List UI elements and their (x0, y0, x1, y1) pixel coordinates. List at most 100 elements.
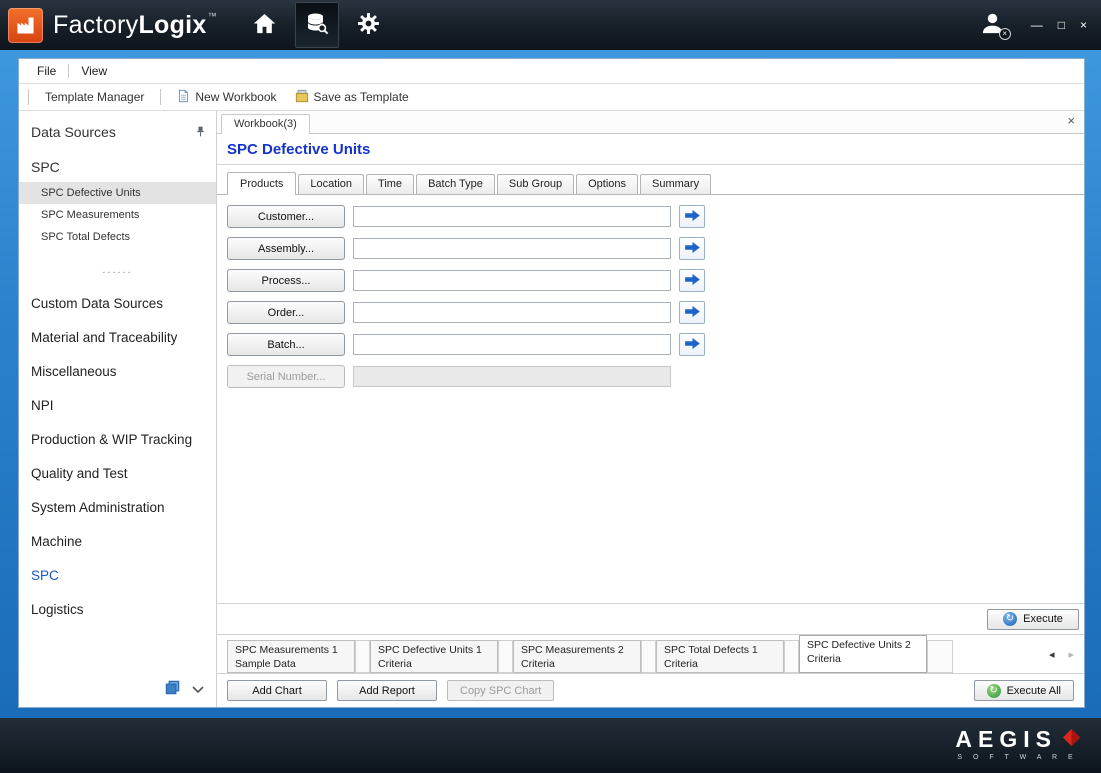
sidebar-category-material-and-traceability[interactable]: Material and Traceability (19, 320, 216, 354)
menu-separator (68, 64, 69, 78)
criteria-tab-strip: Products Location Time Batch Type Sub Gr… (217, 165, 1084, 195)
save-as-template-label: Save as Template (314, 90, 409, 104)
assembly-input[interactable] (353, 238, 671, 259)
sidebar-category-system-administration[interactable]: System Administration (19, 490, 216, 524)
arrow-right-icon (685, 209, 700, 224)
toolbar: Template Manager New Workbook (19, 84, 1084, 111)
menu-view[interactable]: View (73, 62, 115, 80)
tab-scroll-right-icon[interactable]: ▸ (1068, 648, 1074, 661)
bottom-tab-line1: SPC Defective Units 1 (378, 644, 490, 658)
save-as-template-button[interactable]: Save as Template (290, 87, 414, 108)
add-chart-button[interactable]: Add Chart (227, 680, 327, 701)
sidebar-category-logistics[interactable]: Logistics (19, 592, 216, 626)
new-workbook-icon (177, 89, 190, 106)
copy-spc-chart-button[interactable]: Copy SPC Chart (447, 680, 554, 701)
tab-scroll-left-icon[interactable]: ◂ (1049, 648, 1055, 661)
bottom-tab-line2: Criteria (664, 658, 776, 672)
assembly-apply-button[interactable] (679, 237, 705, 260)
workbook-close-icon[interactable]: × (1067, 113, 1075, 128)
sidebar-item-spc-measurements[interactable]: SPC Measurements (19, 204, 216, 226)
aegis-brand-text: AEGIS (955, 726, 1057, 753)
sidebar-category-production-wip-tracking[interactable]: Production & WIP Tracking (19, 422, 216, 456)
bottom-tab-spc-defective-units-1[interactable]: SPC Defective Units 1 Criteria (370, 640, 498, 673)
customer-input[interactable] (353, 206, 671, 227)
arrow-right-icon (685, 337, 700, 352)
stacked-windows-icon (165, 680, 180, 698)
tab-products[interactable]: Products (227, 172, 296, 195)
bottom-tab-spc-total-defects-1[interactable]: SPC Total Defects 1 Criteria (656, 640, 784, 673)
sidebar-splitter[interactable]: ...... (19, 248, 216, 286)
execute-button[interactable]: ↻ Execute (987, 609, 1079, 630)
pin-panel-button[interactable] (195, 125, 206, 140)
sidebar-item-spc-defective-units[interactable]: SPC Defective Units (19, 182, 216, 204)
user-button[interactable]: × (977, 9, 1009, 41)
add-report-button[interactable]: Add Report (337, 680, 437, 701)
aegis-mark-icon (1062, 728, 1081, 752)
aegis-logo: AEGIS S O F T W A R E (955, 726, 1081, 761)
window-body: Data Sources SPC SPC Defective Units SPC… (19, 111, 1084, 707)
execute-icon: ↻ (1003, 612, 1017, 626)
minimize-button[interactable]: — (1031, 19, 1043, 31)
data-analysis-button[interactable] (295, 2, 339, 48)
tab-separator (498, 640, 513, 673)
batch-input[interactable] (353, 334, 671, 355)
batch-button[interactable]: Batch... (227, 333, 345, 356)
process-apply-button[interactable] (679, 269, 705, 292)
main-window: File View Template Manager (18, 58, 1085, 708)
workbook-tab[interactable]: Workbook(3) (221, 114, 310, 134)
toolbar-grip (28, 89, 29, 105)
home-icon (251, 10, 278, 40)
close-button[interactable]: × (1080, 19, 1087, 31)
sidebar-section-spc: SPC (19, 148, 216, 182)
process-input[interactable] (353, 270, 671, 291)
bottom-tab-line2: Criteria (521, 658, 633, 672)
assembly-button[interactable]: Assembly... (227, 237, 345, 260)
template-manager-button[interactable]: Template Manager (40, 88, 149, 106)
serial-number-button[interactable]: Serial Number... (227, 365, 345, 388)
sidebar-category-custom-data-sources[interactable]: Custom Data Sources (19, 286, 216, 320)
customer-button[interactable]: Customer... (227, 205, 345, 228)
tab-sub-group[interactable]: Sub Group (497, 174, 574, 194)
sidebar-category-quality-and-test[interactable]: Quality and Test (19, 456, 216, 490)
tab-summary[interactable]: Summary (640, 174, 711, 194)
bottom-tab-spc-measurements-1[interactable]: SPC Measurements 1 Sample Data (227, 640, 355, 673)
maximize-button[interactable]: □ (1058, 19, 1065, 31)
sidebar-item-spc-total-defects[interactable]: SPC Total Defects (19, 226, 216, 248)
bottom-tab-spc-defective-units-2[interactable]: SPC Defective Units 2 Criteria (799, 635, 927, 673)
tab-location[interactable]: Location (298, 174, 364, 194)
order-button[interactable]: Order... (227, 301, 345, 324)
panel-layout-button[interactable] (165, 680, 180, 698)
arrow-right-icon (685, 273, 700, 288)
collapse-categories-button[interactable] (192, 682, 204, 697)
order-apply-button[interactable] (679, 301, 705, 324)
new-workbook-button[interactable]: New Workbook (172, 87, 281, 108)
menu-file[interactable]: File (29, 62, 64, 80)
tab-batch-type[interactable]: Batch Type (416, 174, 495, 194)
sidebar-category-npi[interactable]: NPI (19, 388, 216, 422)
sidebar-category-spc[interactable]: SPC (19, 558, 216, 592)
bottom-tab-spc-measurements-2[interactable]: SPC Measurements 2 Criteria (513, 640, 641, 673)
sidebar-category-miscellaneous[interactable]: Miscellaneous (19, 354, 216, 388)
settings-button[interactable] (347, 2, 391, 48)
batch-apply-button[interactable] (679, 333, 705, 356)
sidebar-category-machine[interactable]: Machine (19, 524, 216, 558)
execute-all-button[interactable]: ↻ Execute All (974, 680, 1074, 701)
bottom-tab-line1: SPC Measurements 1 (235, 644, 347, 658)
assembly-row: Assembly... (227, 237, 1084, 260)
bottom-tab-line1: SPC Total Defects 1 (664, 644, 776, 658)
titlebar-nav (243, 0, 391, 50)
data-sources-header: Data Sources (19, 115, 216, 148)
tab-stub (927, 640, 953, 673)
order-input[interactable] (353, 302, 671, 323)
sidebar-bottom-controls (165, 680, 204, 698)
save-template-icon (295, 89, 309, 106)
execute-all-label: Execute All (1007, 685, 1061, 697)
tab-options[interactable]: Options (576, 174, 638, 194)
gear-icon (356, 11, 381, 39)
customer-apply-button[interactable] (679, 205, 705, 228)
brand-factory: Factory (53, 11, 138, 39)
process-button[interactable]: Process... (227, 269, 345, 292)
app-brand: FactoryLogix™ (53, 11, 217, 40)
tab-time[interactable]: Time (366, 174, 414, 194)
home-button[interactable] (243, 2, 287, 48)
